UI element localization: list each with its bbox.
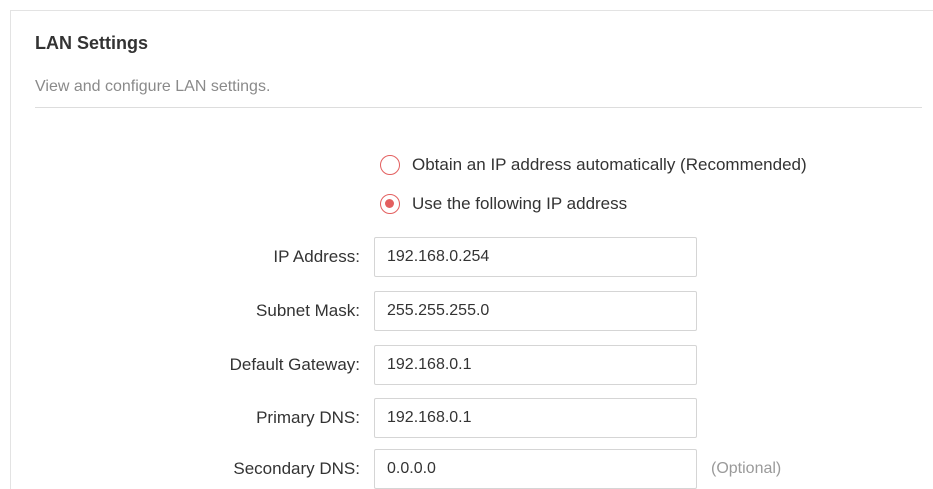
radio-button-unchecked[interactable]: [380, 155, 400, 175]
optional-hint: (Optional): [711, 460, 782, 477]
secondary-dns-row: Secondary DNS: (Optional): [0, 449, 933, 489]
subnet-mask-row: Subnet Mask:: [0, 291, 933, 331]
radio-label-obtain-automatically: Obtain an IP address automatically (Reco…: [412, 155, 807, 174]
ip-address-row: IP Address:: [0, 237, 933, 277]
primary-dns-input[interactable]: [374, 398, 697, 438]
ip-address-input[interactable]: [374, 237, 697, 277]
secondary-dns-label: Secondary DNS:: [233, 459, 360, 478]
radio-button-checked[interactable]: [380, 194, 400, 214]
secondary-dns-input[interactable]: [374, 449, 697, 489]
page-description: View and configure LAN settings.: [35, 78, 271, 95]
primary-dns-row: Primary DNS:: [0, 398, 933, 438]
ip-address-label: IP Address:: [273, 247, 360, 266]
page-title: LAN Settings: [35, 33, 149, 53]
primary-dns-label: Primary DNS:: [256, 408, 360, 427]
default-gateway-input[interactable]: [374, 345, 697, 385]
default-gateway-row: Default Gateway:: [0, 345, 933, 385]
radio-label-use-following: Use the following IP address: [412, 194, 628, 213]
default-gateway-label: Default Gateway:: [229, 355, 360, 374]
subnet-mask-label: Subnet Mask:: [256, 301, 360, 320]
subnet-mask-input[interactable]: [374, 291, 697, 331]
radio-use-following[interactable]: Use the following IP address: [380, 192, 627, 216]
section-divider: [35, 107, 922, 108]
radio-obtain-automatically[interactable]: Obtain an IP address automatically (Reco…: [380, 153, 807, 177]
